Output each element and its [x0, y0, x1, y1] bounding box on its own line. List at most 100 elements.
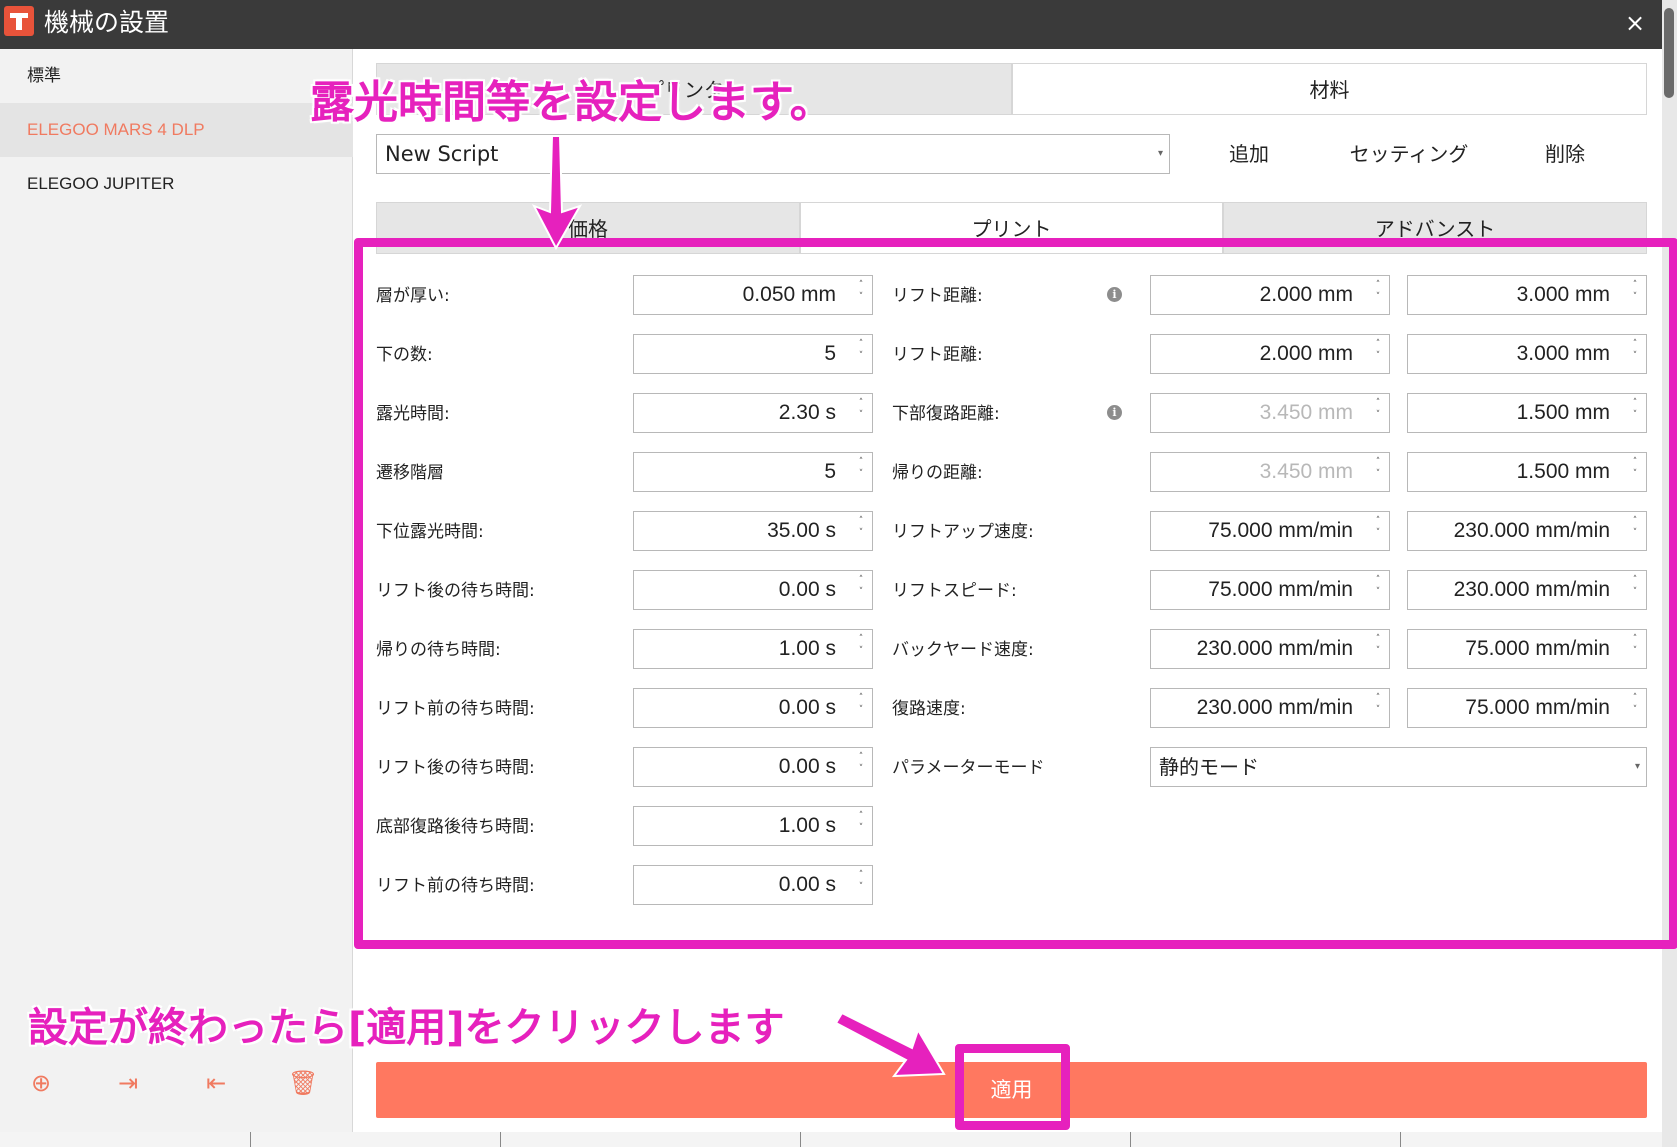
window-title: 機械の設置 [44, 8, 170, 37]
lift-distance-2-input[interactable]: 3.000 mm ˄ ˅ [1407, 275, 1647, 315]
field-label: 層が厚い: [376, 286, 450, 306]
field-label: リフト前の待ち時間: [376, 876, 535, 896]
sidebar-item-standard[interactable]: 標準 [0, 49, 353, 103]
lift-distance-b1-input[interactable]: 2.000 mm ˄ ˅ [1150, 334, 1390, 374]
parameter-mode-select[interactable]: 静的モード ▾ [1150, 747, 1647, 787]
printer-sidebar: 標準 ELEGOO MARS 4 DLP ELEGOO JUPITER ⊕ ⇥ … [0, 49, 353, 1132]
spin-arrows-icon[interactable]: ˄ ˅ [1630, 279, 1640, 311]
spin-arrows-icon[interactable]: ˄ ˅ [1630, 515, 1640, 547]
sidebar-item-mars4dlp[interactable]: ELEGOO MARS 4 DLP [0, 103, 353, 157]
spin-arrows-icon[interactable]: ˄ ˅ [1630, 574, 1640, 606]
add-button[interactable]: 追加 [1204, 134, 1294, 174]
spin-arrows-icon[interactable]: ˄ ˅ [1373, 515, 1383, 547]
spin-arrows-icon[interactable]: ˄ ˅ [1373, 338, 1383, 370]
tab-price[interactable]: 価格 [376, 202, 800, 254]
spin-arrows-icon[interactable]: ˄ ˅ [856, 751, 866, 783]
layer-thickness-input[interactable]: 0.050 mm ˄ ˅ [633, 275, 873, 315]
script-select-value: New Script [385, 142, 499, 166]
bottom-exposure-input[interactable]: 35.00 s ˄ ˅ [633, 511, 873, 551]
backyard-speed-2-input[interactable]: 75.000 mm/min ˄ ˅ [1407, 629, 1647, 669]
spin-arrows-icon[interactable]: ˄ ˅ [1373, 574, 1383, 606]
tab-advanced[interactable]: アドバンスト [1223, 202, 1647, 254]
spin-arrows-icon: ˄ ˅ [1375, 398, 1381, 420]
bottom-wait-before-lift-input[interactable]: 0.00 s ˄ ˅ [633, 865, 873, 905]
lift-speed-1-input[interactable]: 75.000 mm/min ˄ ˅ [1150, 570, 1390, 610]
apply-button[interactable]: 適用 [376, 1062, 1647, 1118]
lift-up-speed-1-input[interactable]: 75.000 mm/min ˄ ˅ [1150, 511, 1390, 551]
bottom-retract-distance-2-input[interactable]: 1.500 mm ˄ ˅ [1407, 393, 1647, 433]
chevron-down-icon: ▾ [1634, 761, 1640, 772]
lift-up-speed-2-input[interactable]: 230.000 mm/min ˄ ˅ [1407, 511, 1647, 551]
spin-arrows-icon[interactable]: ˄ ˅ [856, 456, 866, 488]
title-bar: 機械の設置 × [0, 0, 1662, 49]
info-icon[interactable]: i [1107, 287, 1122, 302]
spin-arrows-icon[interactable]: ˄ ˅ [856, 633, 866, 665]
wait-after-retract-input[interactable]: 1.00 s ˄ ˅ [633, 629, 873, 669]
field-label: リフト前の待ち時間: [376, 699, 535, 719]
field-label: リフト距離: [892, 286, 983, 306]
parameter-mode-value: 静的モード [1159, 755, 1259, 779]
wait-after-lift-input[interactable]: 0.00 s ˄ ˅ [633, 570, 873, 610]
script-select[interactable]: New Script ▾ [376, 134, 1170, 174]
field-label: リフトアップ速度: [892, 522, 1034, 542]
field-label: リフト距離: [892, 345, 983, 365]
retract-speed-1-input[interactable]: 230.000 mm/min ˄ ˅ [1150, 688, 1390, 728]
field-label: リフトスピード: [892, 581, 1017, 601]
settings-button[interactable]: セッティング [1334, 134, 1484, 174]
lift-distance-1-input[interactable]: 2.000 mm ˄ ˅ [1150, 275, 1390, 315]
field-label: 下位露光時間: [376, 522, 484, 542]
wait-before-lift-input[interactable]: 0.00 s ˄ ˅ [633, 688, 873, 728]
close-button[interactable]: × [1620, 8, 1650, 38]
parameter-mode-label: パラメーターモード [892, 758, 1045, 778]
spin-arrows-icon[interactable]: ˄ ˅ [856, 397, 866, 429]
field-label: 遷移階層 [376, 463, 444, 483]
spin-arrows-icon[interactable]: ˄ ˅ [1630, 397, 1640, 429]
annotation-top-text: 露光時間等を設定します。 [310, 77, 834, 128]
field-label: バックヤード速度: [892, 640, 1034, 660]
transition-layers-input[interactable]: 5 ˄ ˅ [633, 452, 873, 492]
spin-arrows-icon[interactable]: ˄ ˅ [1630, 456, 1640, 488]
add-printer-icon[interactable]: ⊕ [26, 1068, 56, 1098]
bottom-count-input[interactable]: 5 ˄ ˅ [633, 334, 873, 374]
spin-arrows-icon[interactable]: ˄ ˅ [1630, 692, 1640, 724]
tab-print[interactable]: プリント [800, 202, 1223, 254]
field-label: 帰りの距離: [892, 463, 983, 483]
sidebar-item-jupiter[interactable]: ELEGOO JUPITER [0, 157, 353, 211]
field-label: 下部復路距離: [892, 404, 1000, 424]
spin-arrows-icon[interactable]: ˄ ˅ [856, 338, 866, 370]
exposure-time-input[interactable]: 2.30 s ˄ ˅ [633, 393, 873, 433]
field-label: 帰りの待ち時間: [376, 640, 501, 660]
field-label: リフト後の待ち時間: [376, 581, 535, 601]
spin-arrows-icon[interactable]: ˄ ˅ [856, 574, 866, 606]
spin-arrows-icon[interactable]: ˄ ˅ [1373, 633, 1383, 665]
spin-arrows-icon[interactable]: ˄ ˅ [856, 692, 866, 724]
export-icon[interactable]: ⇤ [201, 1068, 231, 1098]
retract-distance-2-input[interactable]: 1.500 mm ˄ ˅ [1407, 452, 1647, 492]
spin-arrows-icon[interactable]: ˄ ˅ [1373, 279, 1383, 311]
app-logo-icon [4, 6, 34, 36]
lift-speed-2-input[interactable]: 230.000 mm/min ˄ ˅ [1407, 570, 1647, 610]
bottom-wait-after-retract-input[interactable]: 1.00 s ˄ ˅ [633, 806, 873, 846]
lift-distance-b2-input[interactable]: 3.000 mm ˄ ˅ [1407, 334, 1647, 374]
window-scrollbar[interactable] [1662, 0, 1677, 1147]
info-icon[interactable]: i [1107, 405, 1122, 420]
spin-arrows-icon[interactable]: ˄ ˅ [856, 810, 866, 842]
backyard-speed-1-input[interactable]: 230.000 mm/min ˄ ˅ [1150, 629, 1390, 669]
tab-material[interactable]: 材料 [1012, 63, 1647, 115]
retract-speed-2-input[interactable]: 75.000 mm/min ˄ ˅ [1407, 688, 1647, 728]
sub-tabs: 価格 プリント アドバンスト [376, 202, 1647, 254]
spin-arrows-icon[interactable]: ˄ ˅ [1373, 692, 1383, 724]
scrollbar-thumb[interactable] [1664, 8, 1674, 98]
spin-arrows-icon[interactable]: ˄ ˅ [1630, 338, 1640, 370]
spin-arrows-icon[interactable]: ˄ ˅ [856, 279, 866, 311]
trash-icon[interactable]: 🗑 [288, 1068, 318, 1098]
spin-arrows-icon[interactable]: ˄ ˅ [856, 515, 866, 547]
bottom-wait-after-lift-input[interactable]: 0.00 s ˄ ˅ [633, 747, 873, 787]
bottom-retract-distance-1-input: 3.450 mm ˄ ˅ [1150, 393, 1390, 433]
field-label: 復路速度: [892, 699, 966, 719]
annotation-bottom-text: 設定が終わったら[適用]をクリックします [28, 1005, 785, 1051]
spin-arrows-icon[interactable]: ˄ ˅ [856, 869, 866, 901]
import-icon[interactable]: ⇥ [113, 1068, 143, 1098]
delete-button[interactable]: 削除 [1520, 134, 1610, 174]
spin-arrows-icon[interactable]: ˄ ˅ [1630, 633, 1640, 665]
